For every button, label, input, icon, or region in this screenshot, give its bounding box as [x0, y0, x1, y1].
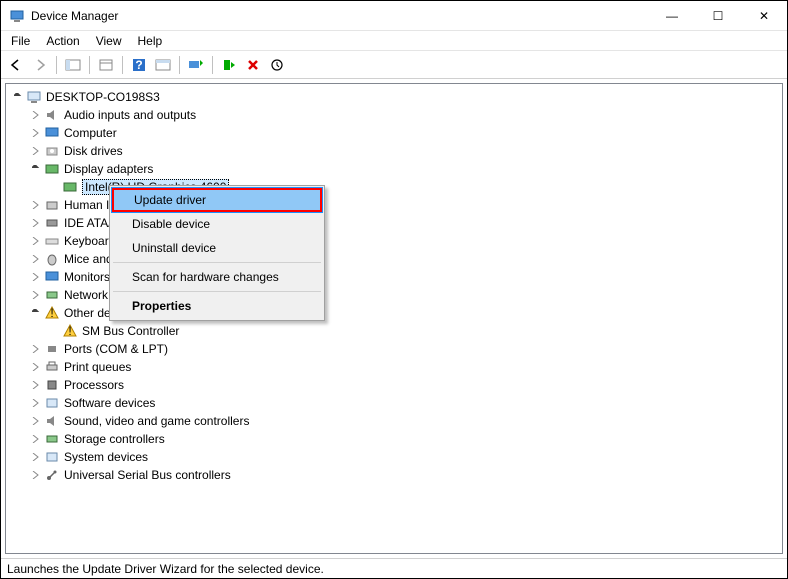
warning-icon: ! — [44, 305, 60, 321]
chevron-right-icon[interactable] — [30, 145, 42, 157]
context-menu: Update driver Disable device Uninstall d… — [109, 185, 325, 321]
tree-item-processors[interactable]: Processors — [6, 376, 782, 394]
chevron-right-icon[interactable] — [30, 451, 42, 463]
chevron-right-icon[interactable] — [30, 343, 42, 355]
tree-item-ports[interactable]: Ports (COM & LPT) — [6, 340, 782, 358]
chevron-right-icon[interactable] — [30, 379, 42, 391]
mouse-icon — [44, 251, 60, 267]
chevron-right-icon[interactable] — [30, 127, 42, 139]
menu-view[interactable]: View — [90, 32, 128, 50]
computer-icon — [26, 89, 42, 105]
disk-icon — [44, 143, 60, 159]
storage-icon — [44, 431, 60, 447]
toolbar: ? — [1, 51, 787, 79]
chevron-right-icon[interactable] — [30, 235, 42, 247]
chevron-down-icon[interactable] — [30, 307, 42, 319]
speaker-icon — [44, 413, 60, 429]
status-bar: Launches the Update Driver Wizard for th… — [1, 558, 787, 578]
show-hide-tree-button[interactable] — [62, 54, 84, 76]
display-adapter-icon — [62, 179, 78, 195]
tree-item-usb[interactable]: Universal Serial Bus controllers — [6, 466, 782, 484]
uninstall-button[interactable] — [242, 54, 264, 76]
tree-item-disk[interactable]: Disk drives — [6, 142, 782, 160]
warning-icon: ! — [62, 323, 78, 339]
port-icon — [44, 341, 60, 357]
minimize-button[interactable]: — — [649, 1, 695, 31]
action-button[interactable] — [152, 54, 174, 76]
forward-button[interactable] — [29, 54, 51, 76]
cpu-icon — [44, 377, 60, 393]
speaker-icon — [44, 107, 60, 123]
chevron-right-icon[interactable] — [30, 199, 42, 211]
tree-root[interactable]: DESKTOP-CO198S3 — [6, 88, 782, 106]
chevron-right-icon[interactable] — [30, 433, 42, 445]
menu-help[interactable]: Help — [132, 32, 169, 50]
svg-text:?: ? — [135, 58, 142, 72]
tree-item-software[interactable]: Software devices — [6, 394, 782, 412]
software-icon — [44, 395, 60, 411]
back-button[interactable] — [5, 54, 27, 76]
chevron-right-icon[interactable] — [30, 253, 42, 265]
monitor-icon — [44, 125, 60, 141]
menu-action[interactable]: Action — [40, 32, 85, 50]
system-icon — [44, 449, 60, 465]
menu-bar: File Action View Help — [1, 31, 787, 51]
hid-icon — [44, 197, 60, 213]
separator — [113, 262, 321, 263]
display-adapter-icon — [44, 161, 60, 177]
separator — [113, 291, 321, 292]
chevron-right-icon[interactable] — [30, 109, 42, 121]
svg-text:!: ! — [68, 324, 71, 338]
app-icon — [9, 8, 25, 24]
ide-icon — [44, 215, 60, 231]
context-disable-device[interactable]: Disable device — [112, 212, 322, 236]
chevron-right-icon[interactable] — [30, 397, 42, 409]
tree-item-system[interactable]: System devices — [6, 448, 782, 466]
context-update-driver[interactable]: Update driver — [112, 188, 322, 212]
help-button[interactable]: ? — [128, 54, 150, 76]
chevron-right-icon[interactable] — [30, 217, 42, 229]
tree-item-sound[interactable]: Sound, video and game controllers — [6, 412, 782, 430]
chevron-down-icon[interactable] — [12, 91, 24, 103]
context-scan-hardware[interactable]: Scan for hardware changes — [112, 265, 322, 289]
chevron-right-icon[interactable] — [30, 415, 42, 427]
enable-device-button[interactable] — [218, 54, 240, 76]
network-icon — [44, 287, 60, 303]
title-bar: Device Manager — ☐ ✕ — [1, 1, 787, 31]
tree-item-computer[interactable]: Computer — [6, 124, 782, 142]
tree-item-display[interactable]: Display adapters — [6, 160, 782, 178]
close-button[interactable]: ✕ — [741, 1, 787, 31]
context-uninstall-device[interactable]: Uninstall device — [112, 236, 322, 260]
tree-item-sm-bus[interactable]: !SM Bus Controller — [6, 322, 782, 340]
context-properties[interactable]: Properties — [112, 294, 322, 318]
chevron-right-icon[interactable] — [30, 361, 42, 373]
tree-label: DESKTOP-CO198S3 — [46, 90, 160, 104]
svg-text:!: ! — [50, 306, 53, 320]
printer-icon — [44, 359, 60, 375]
monitor-icon — [44, 269, 60, 285]
update-driver-button[interactable] — [185, 54, 207, 76]
scan-hardware-button[interactable] — [266, 54, 288, 76]
tree-item-storage[interactable]: Storage controllers — [6, 430, 782, 448]
chevron-right-icon[interactable] — [30, 469, 42, 481]
chevron-right-icon[interactable] — [30, 289, 42, 301]
keyboard-icon — [44, 233, 60, 249]
chevron-down-icon[interactable] — [30, 163, 42, 175]
tree-item-audio[interactable]: Audio inputs and outputs — [6, 106, 782, 124]
usb-icon — [44, 467, 60, 483]
window-title: Device Manager — [31, 9, 649, 23]
maximize-button[interactable]: ☐ — [695, 1, 741, 31]
tree-item-print-queues[interactable]: Print queues — [6, 358, 782, 376]
chevron-right-icon[interactable] — [30, 271, 42, 283]
menu-file[interactable]: File — [5, 32, 36, 50]
properties-button[interactable] — [95, 54, 117, 76]
